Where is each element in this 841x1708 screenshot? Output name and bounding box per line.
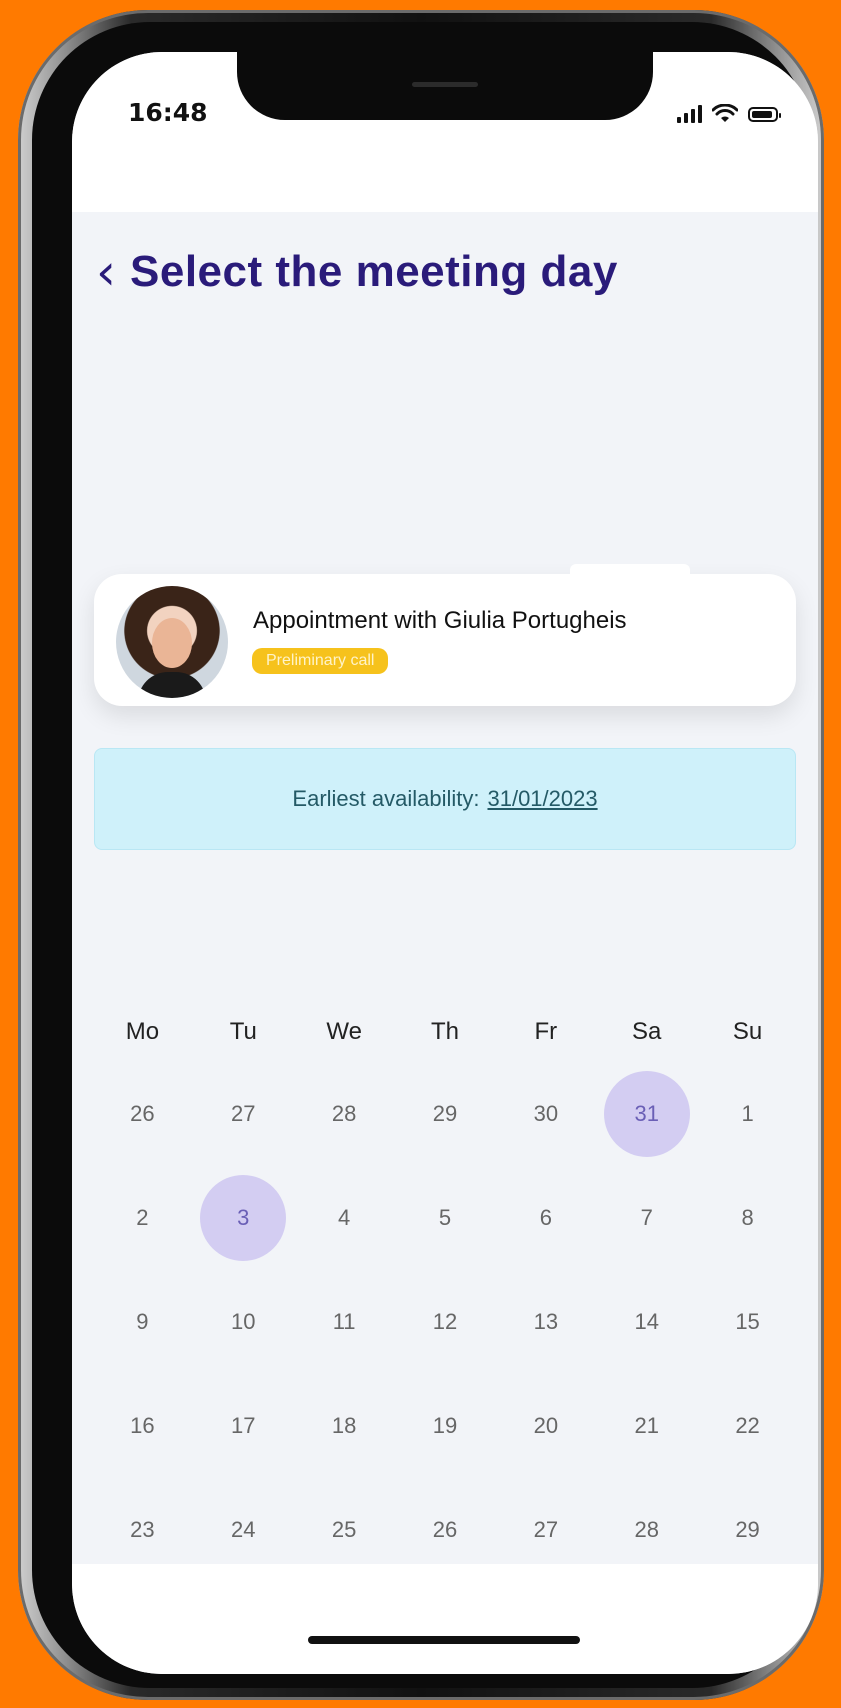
calendar-day-cell: 27 [193,1062,294,1166]
calendar-day[interactable]: 19 [402,1383,488,1469]
status-bar: 16:48 [72,52,818,212]
weekday-label: Su [732,1018,763,1045]
appointment-type-badge: Preliminary call [252,648,389,674]
availability-label: Earliest availability: [292,786,480,811]
bottom-bar [72,1564,818,1674]
calendar-day[interactable]: 8 [705,1175,791,1261]
calendar-day-cell: 2 [92,1166,193,1270]
calendar-day[interactable]: 10 [200,1279,286,1365]
calendar-day[interactable]: 27 [200,1071,286,1157]
calendar-day-cell: 13 [495,1270,596,1374]
calendar-day[interactable]: 28 [301,1071,387,1157]
calendar-day[interactable]: 25 [301,1487,387,1573]
calendar-day[interactable]: 30 [503,1071,589,1157]
weekday-row: Mo Tu We Th Fr Sa Su [72,1002,818,1062]
calendar-week-row: 26 27 28 29 30 31 1 [72,1062,818,1166]
calendar-day[interactable]: 21 [604,1383,690,1469]
calendar-day[interactable]: 9 [99,1279,185,1365]
calendar-day[interactable]: 16 [99,1383,185,1469]
notch [237,52,653,120]
calendar-day[interactable]: 11 [301,1279,387,1365]
calendar-day-cell: 30 [495,1062,596,1166]
calendar-day-cell: 8 [697,1166,798,1270]
calendar-day-cell: 1 [697,1062,798,1166]
calendar-day[interactable]: 4 [301,1175,387,1261]
weekday-label: Tu [229,1018,257,1045]
calendar-day-cell: 7 [596,1166,697,1270]
calendar-day[interactable]: 26 [99,1071,185,1157]
calendar-day[interactable]: 27 [503,1487,589,1573]
calendar-day[interactable]: 7 [604,1175,690,1261]
calendar-day[interactable]: 15 [705,1279,791,1365]
calendar-week-row: 16 17 18 19 20 21 22 [72,1374,818,1478]
calendar-day[interactable]: 2 [99,1175,185,1261]
calendar-day-cell: 10 [193,1270,294,1374]
calendar-day[interactable]: 17 [200,1383,286,1469]
calendar-day[interactable]: 23 [99,1487,185,1573]
calendar-day[interactable]: 26 [402,1487,488,1573]
appointment-card[interactable]: Appointment with Giulia Portugheis Preli… [94,564,796,706]
battery-icon [748,106,781,122]
calendar-day-cell: 26 [92,1062,193,1166]
calendar-day[interactable]: 29 [705,1487,791,1573]
weekday-label: Th [430,1018,459,1045]
calendar-day-cell: 20 [495,1374,596,1478]
calendar-day[interactable]: 29 [402,1071,488,1157]
calendar-day[interactable]: 18 [301,1383,387,1469]
calendar-day-cell: 18 [294,1374,395,1478]
calendar-day-cell: 6 [495,1166,596,1270]
wifi-icon [712,104,738,122]
speaker-grille [412,82,478,87]
status-icons [677,104,781,124]
weekday-label: Sa [632,1018,662,1045]
page-header: ‹ Select the meeting day [96,247,618,297]
status-time: 16:48 [128,98,208,127]
calendar-day-cell: 3 [193,1166,294,1270]
calendar-day-cell: 4 [294,1166,395,1270]
weekday-label: Fr [534,1018,558,1045]
calendar-day-cell: 15 [697,1270,798,1374]
calendar-week-row: 2345678 [72,1166,818,1270]
weekday-label: Mo [125,1018,160,1045]
calendar-day[interactable]: 22 [705,1383,791,1469]
calendar-day[interactable]: 6 [503,1175,589,1261]
calendar-day-cell: 21 [596,1374,697,1478]
card-tab [570,564,690,576]
earliest-availability-banner: Earliest availability: 31/01/2023 [94,748,796,850]
avatar [116,586,228,698]
calendar-day-cell: 22 [697,1374,798,1478]
availability-date-link[interactable]: 31/01/2023 [487,786,597,812]
page-title: Select the meeting day [130,247,618,296]
calendar-day[interactable]: 20 [503,1383,589,1469]
calendar-day[interactable]: 5 [402,1175,488,1261]
calendar-day[interactable]: 13 [503,1279,589,1365]
calendar-day-cell: 5 [395,1166,496,1270]
appointment-title: Appointment with Giulia Portugheis [253,607,627,634]
weekday-label: We [326,1018,362,1045]
home-indicator[interactable] [308,1636,580,1644]
calendar-day[interactable]: 28 [604,1487,690,1573]
chevron-left-icon[interactable]: ‹ [96,247,116,297]
calendar-day[interactable]: 31 [603,1071,690,1157]
calendar: Mo Tu We Th Fr Sa Su 26 27 28 29 30 31 1 2 3 4 5 6 7 8 9 10 11… [72,1002,818,1582]
calendar-day-cell: 17 [193,1374,294,1478]
calendar-day-cell: 9 [92,1270,193,1374]
calendar-day-cell: 12 [395,1270,496,1374]
app-screen: 16:48 ‹ Select the meeting day Appointme… [72,52,818,1674]
calendar-day-cell: 19 [395,1374,496,1478]
calendar-day[interactable]: 14 [604,1279,690,1365]
calendar-day-cell: 11 [294,1270,395,1374]
calendar-day[interactable]: 3 [200,1175,287,1261]
calendar-day[interactable]: 24 [200,1487,286,1573]
calendar-day-cell: 14 [596,1270,697,1374]
calendar-day-cell: 29 [395,1062,496,1166]
calendar-day-cell: 16 [92,1374,193,1478]
calendar-day[interactable]: 1 [705,1071,791,1157]
calendar-day[interactable]: 12 [402,1279,488,1365]
calendar-weeks: 26 27 28 29 30 31 1 2 3 4 5 6 7 8 9 10 11 12 13 14 15 16 17 18 1… [72,1062,818,1582]
calendar-day-cell: 31 [596,1062,697,1166]
signal-icon [677,105,702,123]
calendar-day-cell: 28 [294,1062,395,1166]
calendar-week-row: 9 10 11 12 13 14 15 [72,1270,818,1374]
